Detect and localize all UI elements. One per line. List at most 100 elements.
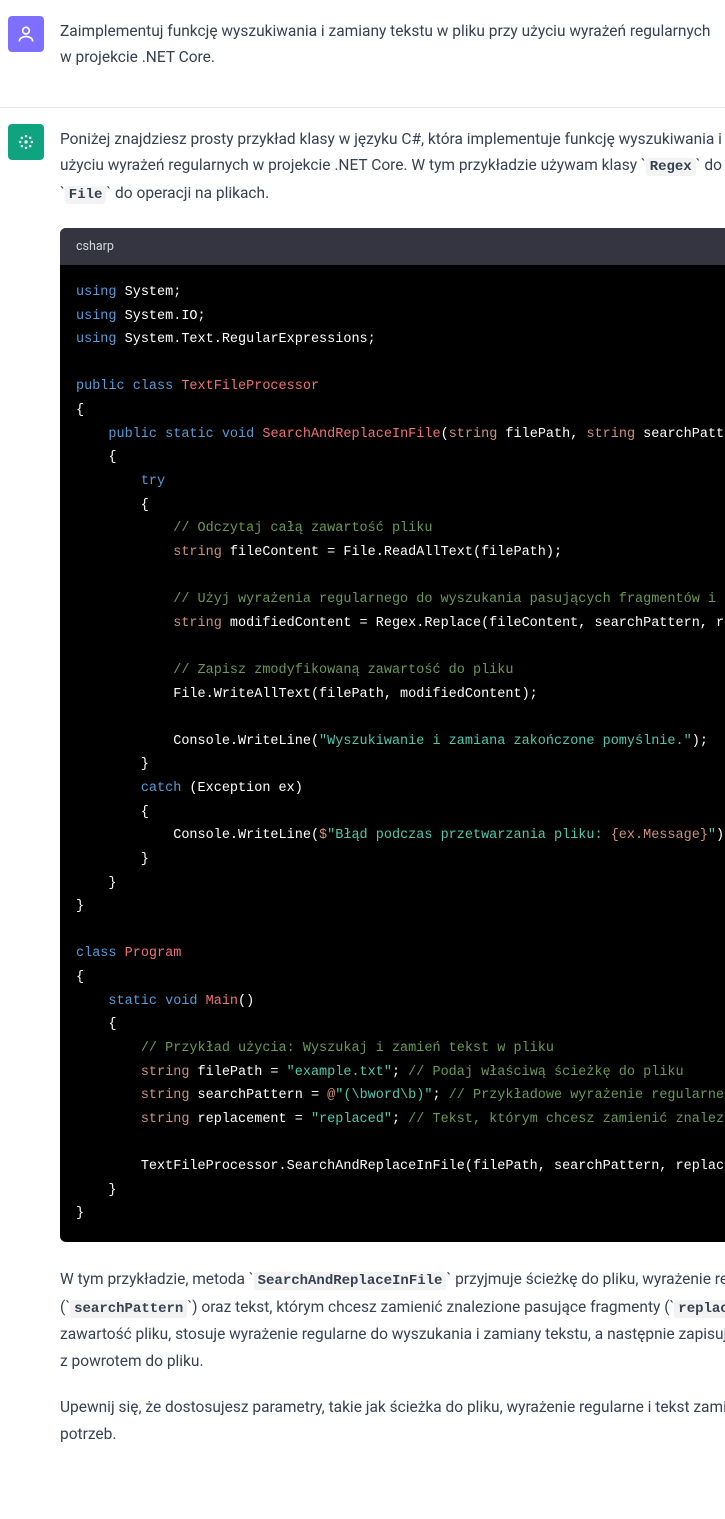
user-content: Zaimplementuj funkcję wyszukiwania i zam… [60, 16, 717, 91]
fn-name: Main [198, 994, 239, 1009]
kw-using: using [76, 285, 117, 300]
type-string: string [173, 616, 222, 631]
brace: } [76, 876, 117, 891]
brace: { [76, 970, 84, 985]
code-rest: fileContent = File.ReadAllText(filePath)… [222, 545, 562, 560]
brace: } [76, 1206, 84, 1221]
bot-icon [16, 132, 36, 152]
code-block: csharp Copy code using System; using Sys… [60, 228, 725, 1242]
outro1-a: W tym przykładzie, metoda [60, 1270, 249, 1288]
kw-void: void [214, 427, 255, 442]
kw-class: class [76, 946, 117, 961]
code-rest: TextFileProcessor.SearchAndReplaceInFile… [141, 1159, 725, 1174]
assistant-outro-1: W tym przykładzie, metoda `SearchAndRepl… [60, 1266, 725, 1374]
kw-using: using [76, 332, 117, 347]
assistant-outro-2: Upewnij się, że dostosujesz parametry, t… [60, 1394, 725, 1447]
kw-public: public [76, 379, 125, 394]
code-id: System.Text.RegularExpressions; [117, 332, 376, 347]
pad [76, 828, 173, 843]
code-id: System.IO; [117, 309, 206, 324]
type-string: string [586, 427, 635, 442]
string-literal: " [708, 828, 716, 843]
code-rest: modifiedContent = Regex.Replace(fileCont… [222, 616, 725, 631]
assistant-message: Poniżej znajdziesz prosty przykład klasy… [0, 108, 725, 1483]
type-string: string [173, 545, 222, 560]
user-message: Zaimplementuj funkcję wyszukiwania i zam… [0, 0, 725, 108]
intro-backtick: ` [641, 156, 646, 174]
brace: { [76, 498, 149, 513]
brace: { [76, 403, 84, 418]
pad [76, 1088, 141, 1103]
code-id: System; [117, 285, 182, 300]
code-rest: ); [716, 828, 725, 843]
kw-catch: catch [141, 781, 182, 796]
pad [76, 545, 173, 560]
code-header: csharp Copy code [60, 228, 725, 265]
pad [76, 1159, 141, 1174]
code-language-label: csharp [76, 236, 114, 257]
brace: { [76, 1017, 117, 1032]
intro-text-pre: Poniżej znajdziesz prosty przykład klasy… [60, 130, 725, 174]
comment: // Tekst, którym chcesz zamienić znalezi… [408, 1112, 725, 1127]
brace: { [76, 450, 117, 465]
string-literal: "Błąd podczas przetwarzania pliku: [327, 828, 611, 843]
inline-code-method: SearchAndReplaceInFile [254, 1272, 447, 1290]
brace: } [76, 899, 84, 914]
code-rest: filePath = [189, 1065, 286, 1080]
pad [76, 592, 173, 607]
code-rest: ; [432, 1088, 448, 1103]
string-literal: "example.txt" [287, 1065, 392, 1080]
pad [76, 616, 173, 631]
string-literal: "Wyszukiwanie i zamiana zakończone pomyś… [319, 734, 692, 749]
cls-name: TextFileProcessor [173, 379, 319, 394]
kw-try: try [141, 474, 165, 489]
param: filePath, [497, 427, 586, 442]
pad [76, 521, 173, 536]
brace: } [76, 852, 149, 867]
code-rest: File.WriteAllText(filePath, modifiedCont… [173, 687, 538, 702]
kw-static: static [157, 427, 214, 442]
pad [76, 663, 173, 678]
comment: // Zapisz zmodyfikowaną zawartość do pli… [173, 663, 513, 678]
code-rest: (Exception ex) [181, 781, 303, 796]
assistant-intro: Poniżej znajdziesz prosty przykład klasy… [60, 126, 725, 208]
kw-static: static [108, 994, 157, 1009]
interp-dollar: $ [319, 828, 327, 843]
intro-text-mid: do obsługi wyrażeń regularnych i [701, 156, 725, 174]
paren: ( [441, 427, 449, 442]
type-string: string [141, 1112, 190, 1127]
user-avatar [8, 16, 44, 52]
pad [76, 781, 141, 796]
kw-void: void [157, 994, 198, 1009]
param: searchPattern, [635, 427, 725, 442]
inline-code-searchpattern: searchPattern [70, 1300, 187, 1318]
pad [76, 427, 108, 442]
code-rest: ; [392, 1112, 408, 1127]
pad [76, 734, 173, 749]
pad [76, 994, 108, 1009]
user-prompt-text: Zaimplementuj funkcję wyszukiwania i zam… [60, 18, 717, 71]
code-rest: Console.WriteLine( [173, 734, 319, 749]
pad [76, 474, 141, 489]
pad [76, 1112, 141, 1127]
type-string: string [141, 1088, 190, 1103]
cls-name: Program [117, 946, 182, 961]
code-scroll-area[interactable]: using System; using System.IO; using Sys… [60, 265, 725, 1242]
type-string: string [449, 427, 498, 442]
pad [76, 1065, 141, 1080]
code-rest: replacement = [189, 1112, 311, 1127]
brace: } [76, 1183, 117, 1198]
intro-text-post: do operacji na plikach. [111, 184, 269, 202]
assistant-avatar [8, 124, 44, 160]
pad [76, 687, 173, 702]
brace: } [76, 757, 149, 772]
outro1-c: ) oraz tekst, którym chcesz zamienić zna… [192, 1298, 669, 1316]
string-literal: "(\bword\b)" [335, 1088, 432, 1103]
string-literal: "replaced" [311, 1112, 392, 1127]
type-string: string [141, 1065, 190, 1080]
comment: // Przykładowe wyrażenie regularne [449, 1088, 724, 1103]
code-rest: ); [692, 734, 708, 749]
comment: // Podaj właściwą ścieżkę do pliku [408, 1065, 683, 1080]
code-rest: searchPattern = [189, 1088, 327, 1103]
person-icon [16, 24, 36, 44]
